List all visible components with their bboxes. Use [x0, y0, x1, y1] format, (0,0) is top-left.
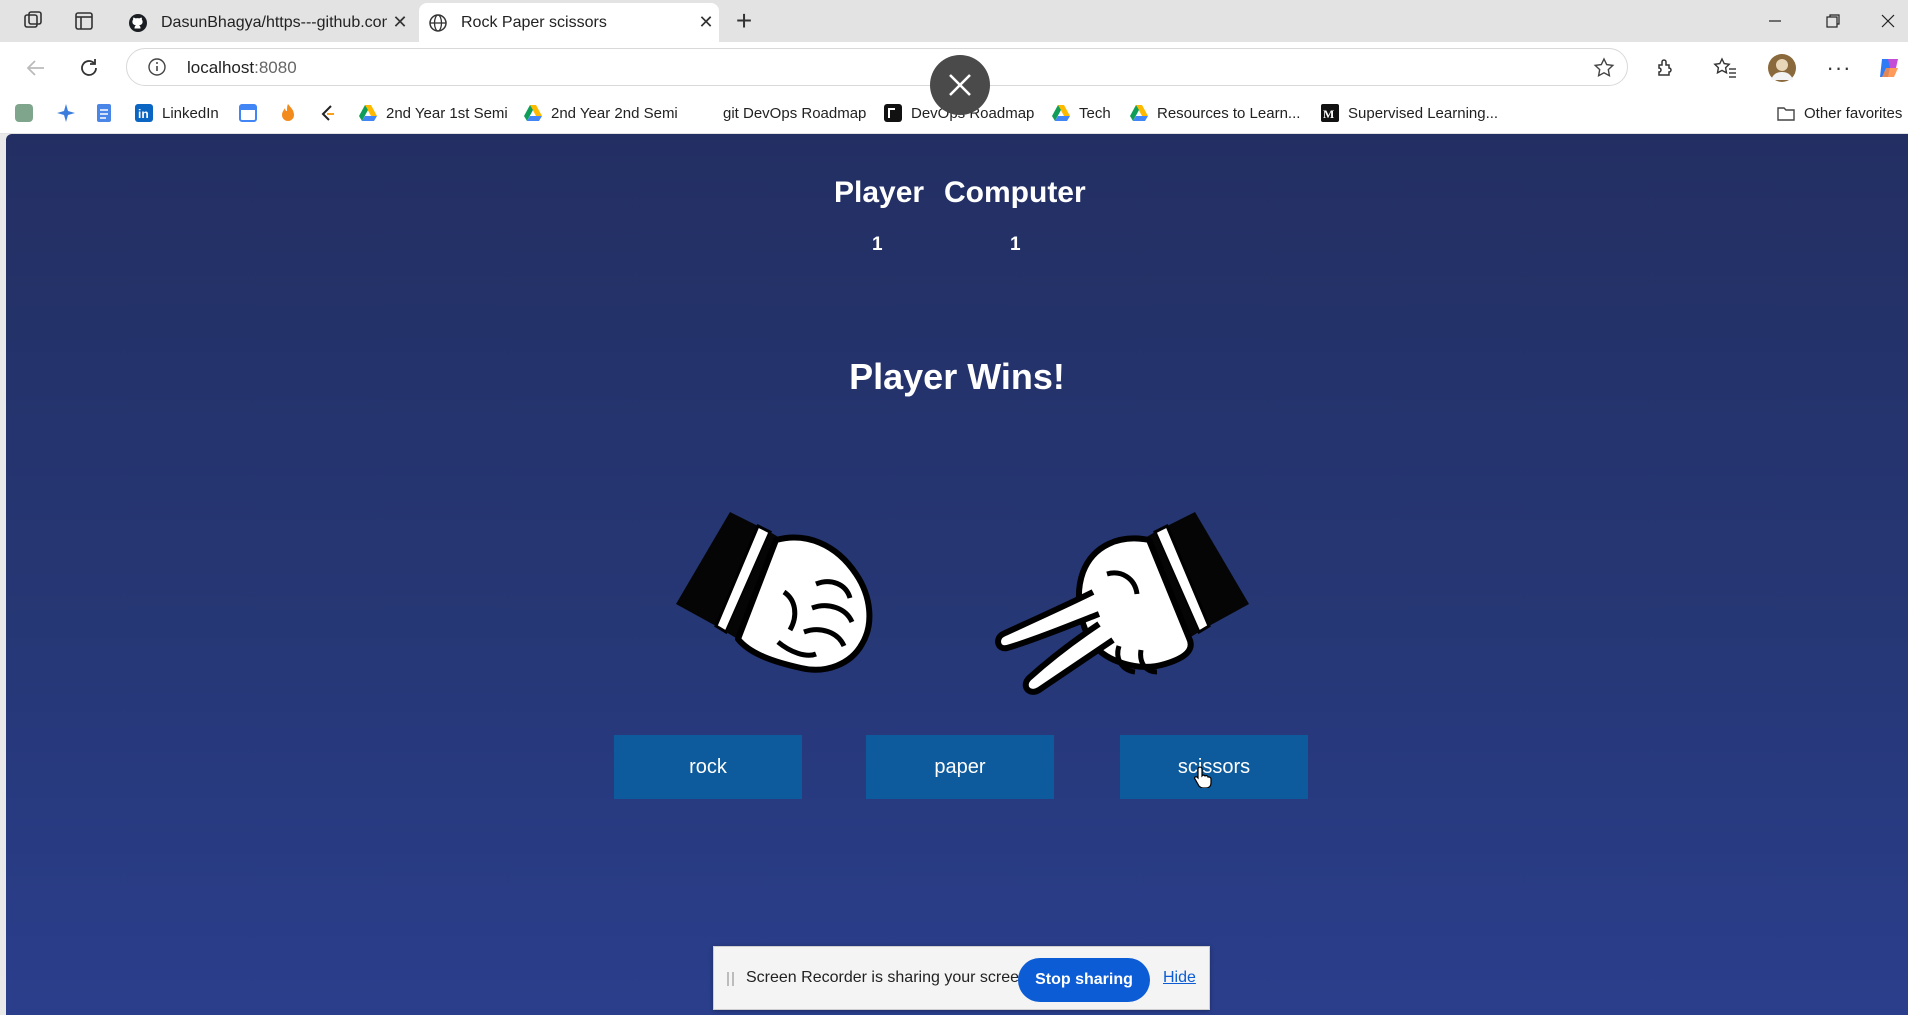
back-icon[interactable]	[19, 51, 53, 85]
tab-actions-icon[interactable]	[69, 6, 99, 36]
bookmark-label: Other favorites	[1804, 104, 1903, 122]
url-text: localhost:8080	[187, 58, 297, 78]
docs-icon	[94, 103, 114, 123]
drive-icon	[358, 103, 378, 123]
result-text: Player Wins!	[849, 356, 1065, 397]
bookmark-label: LinkedIn	[162, 104, 219, 122]
computer-score: 1	[1010, 234, 1021, 255]
github-icon	[127, 12, 149, 34]
profile-avatar[interactable]	[1765, 51, 1799, 85]
address-bar[interactable]: localhost:8080	[126, 48, 1628, 86]
minimize-icon[interactable]	[1752, 4, 1798, 38]
tab-label: DasunBhagya/https---github.com	[161, 13, 387, 31]
sparkle-icon	[56, 103, 76, 123]
favorites-icon[interactable]	[1708, 51, 1742, 85]
computer-scissors-hand	[989, 474, 1259, 704]
bookmark-docs[interactable]	[94, 100, 122, 126]
player-rock-hand	[666, 474, 886, 704]
flame-icon	[278, 103, 298, 123]
screen-share-bar: Screen Recorder is sharing your screen. …	[713, 946, 1210, 1010]
folder-icon	[1776, 103, 1796, 123]
bookmark-flame[interactable]	[278, 100, 306, 126]
app-icon	[14, 103, 34, 123]
drive-icon	[1051, 103, 1071, 123]
medium-icon: M	[1320, 103, 1340, 123]
bookmark-label: 2nd Year 2nd Semi	[551, 104, 678, 122]
bookmark-label: 2nd Year 1st Semi	[386, 104, 508, 122]
drive-icon	[523, 103, 543, 123]
rock-button[interactable]: rock	[614, 735, 802, 799]
paper-button[interactable]: paper	[866, 735, 1054, 799]
leetcode-icon	[318, 103, 338, 123]
new-tab-icon[interactable]: +	[729, 5, 759, 36]
scissors-button[interactable]: scissors	[1120, 735, 1308, 799]
linkedin-icon: in	[134, 103, 154, 123]
stop-sharing-button[interactable]: Stop sharing	[1018, 958, 1150, 1002]
bookmark-2nd-year-2nd-semi[interactable]: 2nd Year 2nd Semi	[523, 100, 678, 126]
close-tab-icon[interactable]: ✕	[693, 10, 719, 36]
drive-icon	[1129, 103, 1149, 123]
tab-label: Rock Paper scissors	[461, 13, 607, 31]
svg-text:in: in	[138, 107, 149, 121]
bookmark-git-devops-roadmap[interactable]: git DevOps Roadmap	[695, 100, 866, 126]
tab-rock-paper-scissors[interactable]: Rock Paper scissors ✕	[419, 3, 719, 42]
extensions-icon[interactable]	[1648, 51, 1682, 85]
hide-link[interactable]: Hide	[1163, 969, 1196, 987]
player-score: 1	[872, 234, 883, 255]
globe-icon	[427, 12, 449, 34]
close-tab-icon[interactable]: ✕	[387, 10, 413, 36]
close-icon	[949, 74, 971, 96]
close-window-icon[interactable]	[1868, 4, 1908, 38]
bookmark-label: Tech	[1079, 104, 1111, 122]
bookmark-leetcode[interactable]	[318, 100, 346, 126]
bookmark-tech[interactable]: Tech	[1051, 100, 1111, 126]
roadmap-icon	[695, 103, 715, 123]
drag-handle-icon[interactable]	[726, 971, 736, 992]
bookmark-other-favorites[interactable]: Other favorites	[1776, 100, 1902, 126]
refresh-icon[interactable]	[72, 51, 106, 85]
favorite-star-icon[interactable]	[1593, 57, 1615, 84]
bookmark-resources-to-learn[interactable]: Resources to Learn...	[1129, 100, 1300, 126]
recorder-close-button[interactable]	[930, 55, 990, 115]
bookmark-label: Resources to Learn...	[1157, 104, 1301, 122]
calendar-icon	[238, 103, 258, 123]
bookmark-app-1[interactable]	[14, 100, 42, 126]
computer-label: Computer	[944, 176, 1086, 209]
svg-text:M: M	[1323, 107, 1334, 121]
roadmap-icon	[883, 103, 903, 123]
bookmark-label: git DevOps Roadmap	[723, 104, 867, 122]
workspaces-icon[interactable]	[18, 6, 48, 36]
player-label: Player	[834, 176, 925, 209]
url-host: localhost	[187, 58, 255, 77]
hand-cursor-icon	[1194, 766, 1212, 793]
bookmark-linkedin[interactable]: in LinkedIn	[134, 100, 219, 126]
bookmark-supervised-learning[interactable]: M Supervised Learning...	[1320, 100, 1498, 126]
bookmark-sparkle[interactable]	[56, 100, 84, 126]
bookmark-label: Supervised Learning...	[1348, 104, 1499, 122]
copilot-icon[interactable]	[1872, 51, 1906, 85]
bookmark-2nd-year-1st-semi[interactable]: 2nd Year 1st Semi	[358, 100, 508, 126]
game-page: Player Computer 1 1 Player Wins! rock pa…	[6, 134, 1908, 1015]
tab-strip: DasunBhagya/https---github.com ✕ Rock Pa…	[0, 0, 1908, 42]
tab-github[interactable]: DasunBhagya/https---github.com ✕	[119, 3, 413, 42]
restore-icon[interactable]	[1810, 4, 1856, 38]
site-info-icon[interactable]	[147, 57, 167, 82]
more-options-icon[interactable]: ···	[1822, 51, 1856, 85]
bookmark-calendar[interactable]	[238, 100, 266, 126]
share-message: Screen Recorder is sharing your screen.	[746, 969, 1033, 986]
url-port: :8080	[254, 58, 297, 77]
